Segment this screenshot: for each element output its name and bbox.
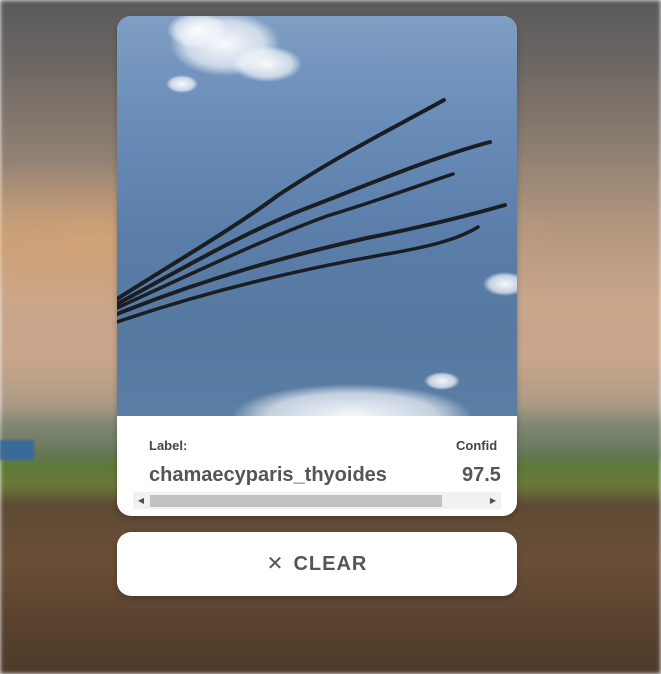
prediction-scroll-area[interactable]: Label: Confid chamaecyparis_thyoides 97.… xyxy=(133,416,501,510)
close-icon: ✕ xyxy=(266,553,284,575)
needles-image-svg xyxy=(117,16,517,416)
prediction-card: Label: Confid chamaecyparis_thyoides 97.… xyxy=(117,16,517,516)
scrollbar-thumb[interactable] xyxy=(150,495,442,507)
prediction-info: Label: Confid chamaecyparis_thyoides 97.… xyxy=(117,416,517,516)
uploaded-image xyxy=(117,16,517,416)
cloud-top-right xyxy=(232,46,302,82)
label-value: chamaecyparis_thyoides xyxy=(149,464,387,486)
clear-button[interactable]: ✕ CLEAR xyxy=(117,532,517,596)
confidence-value: 97.5 xyxy=(462,464,501,486)
cloud-bottom-small xyxy=(424,372,460,390)
cloud-wisp xyxy=(166,75,198,93)
confidence-header: Confid xyxy=(456,438,498,453)
scroll-left-icon[interactable]: ◀ xyxy=(133,492,149,509)
background-blue-object xyxy=(0,440,34,460)
scroll-right-icon[interactable]: ▶ xyxy=(485,492,501,509)
needle-sprigs xyxy=(117,98,507,324)
label-header: Label: xyxy=(149,438,188,453)
clear-button-label: CLEAR xyxy=(293,552,368,575)
horizontal-scrollbar[interactable]: ◀ ▶ xyxy=(133,492,501,509)
cloud-right xyxy=(483,272,517,296)
